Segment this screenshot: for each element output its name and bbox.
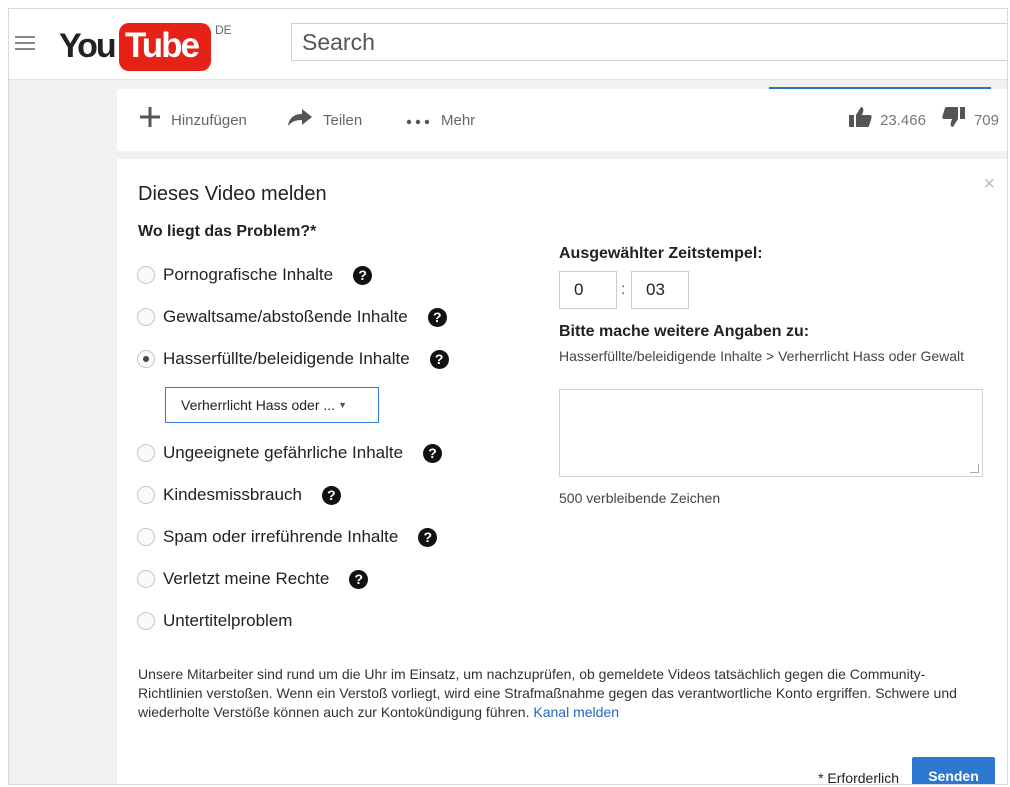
- option-label: Kindesmissbrauch: [163, 485, 302, 504]
- radio-button-selected[interactable]: [137, 350, 155, 368]
- details-textarea[interactable]: [559, 389, 983, 477]
- logo-tube-badge: Tube: [119, 23, 211, 71]
- logo-you-text: You: [59, 27, 117, 65]
- option-hateful[interactable]: Hasserfüllte/beleidigende Inhalte ?: [137, 345, 449, 373]
- timestamp-seconds-input[interactable]: 03: [631, 271, 689, 309]
- help-icon[interactable]: ?: [429, 349, 449, 369]
- option-label: Untertitelproblem: [163, 611, 293, 630]
- radio-button[interactable]: [137, 528, 155, 546]
- radio-button[interactable]: [137, 444, 155, 462]
- details-category-path: Hasserfüllte/beleidigende Inhalte > Verh…: [559, 348, 965, 364]
- add-to-label: Hinzufügen: [171, 111, 247, 129]
- like-count: 23.466: [880, 111, 926, 129]
- thumbs-down-icon[interactable]: [942, 106, 966, 134]
- radio-button[interactable]: [137, 570, 155, 588]
- add-to-button[interactable]: Hinzufügen: [139, 89, 247, 151]
- help-icon[interactable]: ?: [321, 485, 341, 505]
- search-box[interactable]: [291, 23, 1007, 61]
- option-captions[interactable]: Untertitelproblem: [137, 607, 292, 635]
- timestamp-label: Ausgewählter Zeitstempel:: [559, 245, 763, 262]
- help-icon[interactable]: ?: [418, 527, 438, 547]
- rating-bar: 23.466 709: [832, 89, 999, 151]
- radio-button[interactable]: [137, 612, 155, 630]
- dislike-count: 709: [973, 111, 999, 129]
- option-label: Ungeeignete gefährliche Inhalte: [163, 443, 404, 462]
- plus-icon: [139, 106, 161, 134]
- video-actions-bar: Hinzufügen Teilen Mehr 23.466 709: [117, 89, 1007, 151]
- share-label: Teilen: [323, 111, 363, 129]
- dropdown-arrow-icon: ▼: [338, 400, 347, 410]
- more-label: Mehr: [441, 111, 476, 129]
- dialog-title: Dieses Video melden: [138, 183, 327, 205]
- radio-button[interactable]: [137, 266, 155, 284]
- option-violent[interactable]: Gewaltsame/abstoßende Inhalte ?: [137, 303, 447, 331]
- timestamp-separator: :: [621, 281, 626, 298]
- region-label: DE: [215, 23, 232, 37]
- option-rights[interactable]: Verletzt meine Rechte ?: [137, 565, 369, 593]
- top-bar: You Tube DE: [9, 9, 1007, 80]
- help-icon[interactable]: ?: [427, 307, 447, 327]
- option-label: Spam oder irreführende Inhalte: [163, 527, 399, 546]
- timestamp-minutes-input[interactable]: 0: [559, 271, 617, 309]
- review-notice: Unsere Mitarbeiter sind rund um die Uhr …: [138, 665, 988, 722]
- subcategory-value: Verherrlicht Hass oder ...: [181, 397, 336, 413]
- option-label: Pornografische Inhalte: [163, 265, 334, 284]
- logo-tube-text: Tube: [125, 26, 200, 65]
- details-label: Bitte mache weitere Angaben zu:: [559, 323, 810, 340]
- problem-question: Wo liegt das Problem?*: [138, 223, 317, 240]
- youtube-window: You Tube DE Hinzufügen Teilen Mehr: [8, 8, 1008, 785]
- report-channel-link[interactable]: Kanal melden: [533, 704, 619, 720]
- required-note: * Erforderlich: [818, 770, 899, 785]
- more-dots-icon: [405, 109, 431, 132]
- option-dangerous[interactable]: Ungeeignete gefährliche Inhalte ?: [137, 439, 443, 467]
- share-button[interactable]: Teilen: [287, 89, 362, 151]
- more-button[interactable]: Mehr: [405, 89, 475, 151]
- thumbs-up-icon[interactable]: [848, 106, 872, 134]
- option-child-abuse[interactable]: Kindesmissbrauch ?: [137, 481, 341, 509]
- radio-button[interactable]: [137, 486, 155, 504]
- help-icon[interactable]: ?: [353, 265, 373, 285]
- radio-button[interactable]: [137, 308, 155, 326]
- report-dialog: × Dieses Video melden Wo liegt das Probl…: [117, 159, 1007, 785]
- menu-icon[interactable]: [15, 36, 35, 50]
- close-icon[interactable]: ×: [983, 173, 995, 196]
- option-label: Gewaltsame/abstoßende Inhalte: [163, 307, 408, 326]
- share-arrow-icon: [287, 108, 313, 132]
- option-label: Verletzt meine Rechte: [163, 569, 330, 588]
- option-label: Hasserfüllte/beleidigende Inhalte: [163, 349, 410, 368]
- search-input[interactable]: [292, 24, 1007, 60]
- subcategory-select[interactable]: Verherrlicht Hass oder ... ▼: [165, 387, 379, 423]
- help-icon[interactable]: ?: [423, 443, 443, 463]
- submit-button[interactable]: Senden: [912, 757, 995, 784]
- option-spam[interactable]: Spam oder irreführende Inhalte ?: [137, 523, 438, 551]
- remaining-characters: 500 verbleibende Zeichen: [559, 490, 721, 506]
- resize-handle-icon[interactable]: [970, 464, 979, 473]
- option-pornographic[interactable]: Pornografische Inhalte ?: [137, 261, 373, 289]
- help-icon[interactable]: ?: [349, 569, 369, 589]
